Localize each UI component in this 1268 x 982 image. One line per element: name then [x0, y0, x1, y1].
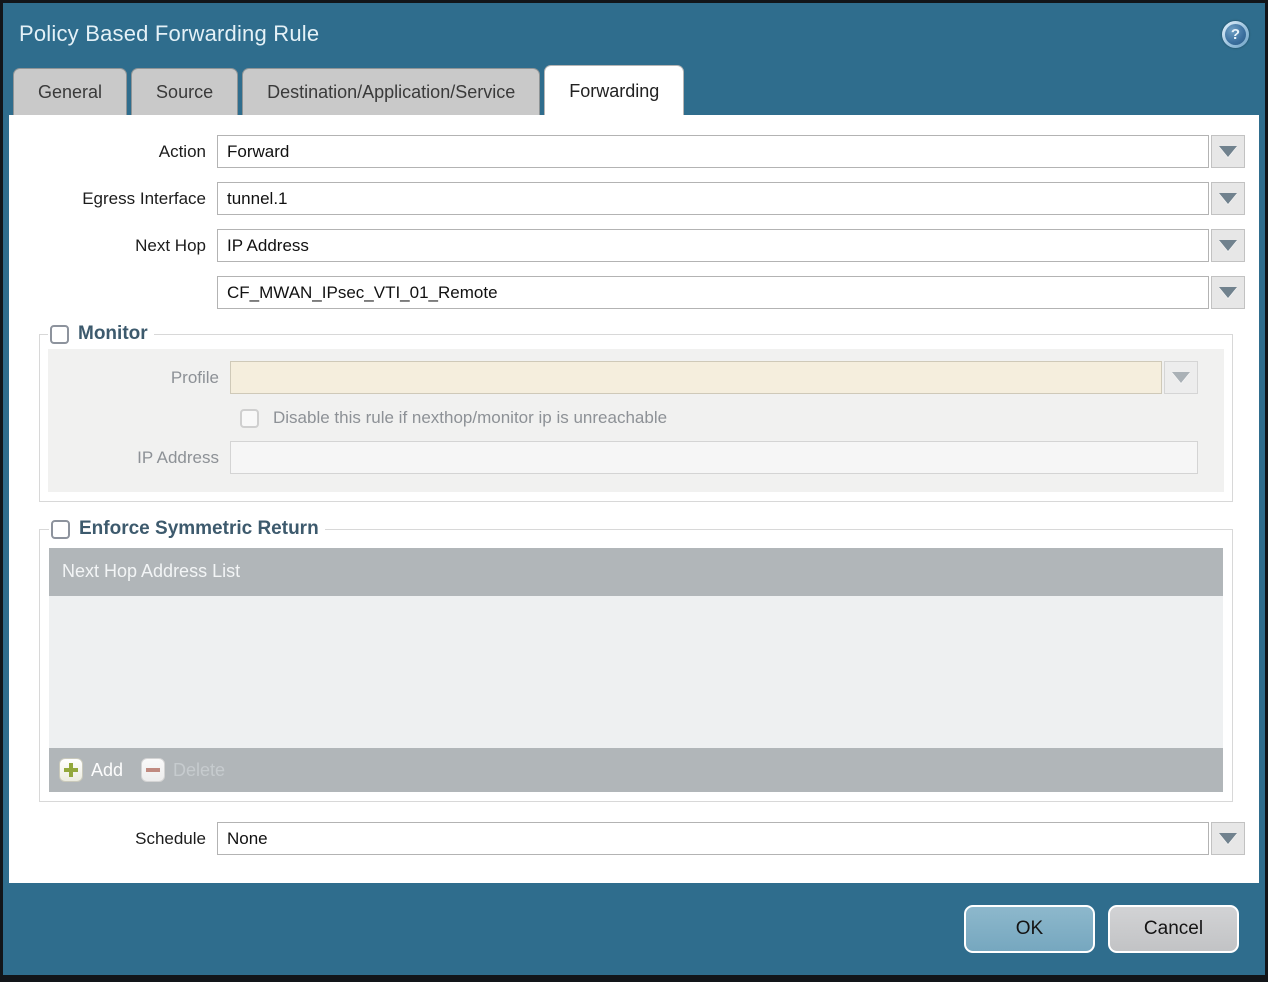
add-button[interactable]: Add: [59, 758, 123, 782]
enforce-symmetric-return-title: Enforce Symmetric Return: [79, 518, 319, 539]
monitor-section: Monitor Profile Disable this rule if nex…: [39, 323, 1233, 502]
next-hop-address-combo: [217, 276, 1245, 309]
monitor-panel: Profile Disable this rule if nexthop/mon…: [48, 349, 1224, 492]
action-input[interactable]: [217, 135, 1209, 168]
help-icon[interactable]: ?: [1222, 20, 1249, 48]
cancel-button[interactable]: Cancel: [1108, 905, 1239, 953]
next-hop-address-list-toolbar: Add Delete: [49, 748, 1223, 792]
chevron-down-icon: [1172, 372, 1190, 383]
egress-interface-combo: [217, 182, 1245, 215]
monitor-ip-address-label: IP Address: [137, 447, 219, 467]
tab-destination-application-service[interactable]: Destination/Application/Service: [242, 68, 541, 115]
enforce-symmetric-return-section: Enforce Symmetric Return Next Hop Addres…: [39, 518, 1233, 802]
next-hop-address-row: [19, 276, 1245, 309]
egress-interface-input[interactable]: [217, 182, 1209, 215]
delete-button-label: Delete: [173, 759, 226, 780]
profile-combo: [230, 361, 1198, 394]
monitor-title: Monitor: [78, 323, 148, 344]
enforce-symmetric-return-checkbox[interactable]: [51, 519, 70, 539]
monitor-ip-address-row: IP Address: [48, 441, 1198, 474]
add-button-label: Add: [91, 759, 124, 780]
profile-input: [230, 361, 1162, 394]
action-label: Action: [158, 141, 206, 161]
schedule-input[interactable]: [217, 822, 1209, 855]
profile-dropdown-button: [1164, 361, 1198, 394]
tab-source[interactable]: Source: [131, 68, 239, 115]
profile-label: Profile: [170, 367, 219, 387]
profile-row: Profile: [48, 361, 1198, 394]
tab-general[interactable]: General: [13, 68, 128, 115]
dialog-titlebar: Policy Based Forwarding Rule ?: [3, 3, 1265, 65]
question-mark-glyph: ?: [1225, 23, 1246, 45]
chevron-down-icon: [1219, 146, 1237, 157]
egress-interface-dropdown-button[interactable]: [1211, 182, 1245, 215]
next-hop-row: Next Hop: [19, 229, 1245, 262]
forwarding-tab-panel: Action Egress Interface Next Hop: [9, 115, 1259, 883]
next-hop-type-dropdown-button[interactable]: [1211, 229, 1245, 262]
disable-rule-row: Disable this rule if nexthop/monitor ip …: [240, 408, 1198, 428]
next-hop-address-list-body[interactable]: [49, 596, 1223, 748]
policy-based-forwarding-rule-dialog: Policy Based Forwarding Rule ? General S…: [0, 0, 1268, 982]
plus-icon: [59, 758, 83, 782]
schedule-row: Schedule: [19, 822, 1245, 855]
schedule-dropdown-button[interactable]: [1211, 822, 1245, 855]
enforce-symmetric-return-legend: Enforce Symmetric Return: [49, 518, 325, 540]
schedule-label: Schedule: [135, 828, 206, 848]
disable-rule-checkbox: [240, 408, 259, 428]
delete-button: Delete: [141, 758, 225, 782]
chevron-down-icon: [1219, 240, 1237, 251]
chevron-down-icon: [1219, 833, 1237, 844]
action-combo: [217, 135, 1245, 168]
ok-button[interactable]: OK: [964, 905, 1095, 953]
chevron-down-icon: [1219, 193, 1237, 204]
next-hop-address-input[interactable]: [217, 276, 1209, 309]
next-hop-label: Next Hop: [135, 235, 206, 255]
dialog-title: Policy Based Forwarding Rule: [19, 21, 320, 46]
dialog-button-bar: OK Cancel: [3, 883, 1265, 975]
next-hop-type-input[interactable]: [217, 229, 1209, 262]
action-dropdown-button[interactable]: [1211, 135, 1245, 168]
next-hop-address-list-header: Next Hop Address List: [49, 548, 1223, 596]
next-hop-address-list-table: Next Hop Address List Add Delete: [49, 548, 1223, 792]
monitor-checkbox[interactable]: [50, 324, 69, 344]
chevron-down-icon: [1219, 287, 1237, 298]
disable-rule-label: Disable this rule if nexthop/monitor ip …: [273, 408, 668, 427]
egress-interface-row: Egress Interface: [19, 182, 1245, 215]
monitor-legend: Monitor: [48, 323, 154, 345]
egress-interface-label: Egress Interface: [82, 188, 206, 208]
next-hop-address-dropdown-button[interactable]: [1211, 276, 1245, 309]
tab-forwarding[interactable]: Forwarding: [544, 65, 685, 115]
action-row: Action: [19, 135, 1245, 168]
next-hop-type-combo: [217, 229, 1245, 262]
schedule-combo: [217, 822, 1245, 855]
tab-bar: General Source Destination/Application/S…: [3, 65, 1265, 115]
monitor-ip-address-input: [230, 441, 1198, 474]
minus-icon: [141, 758, 166, 782]
